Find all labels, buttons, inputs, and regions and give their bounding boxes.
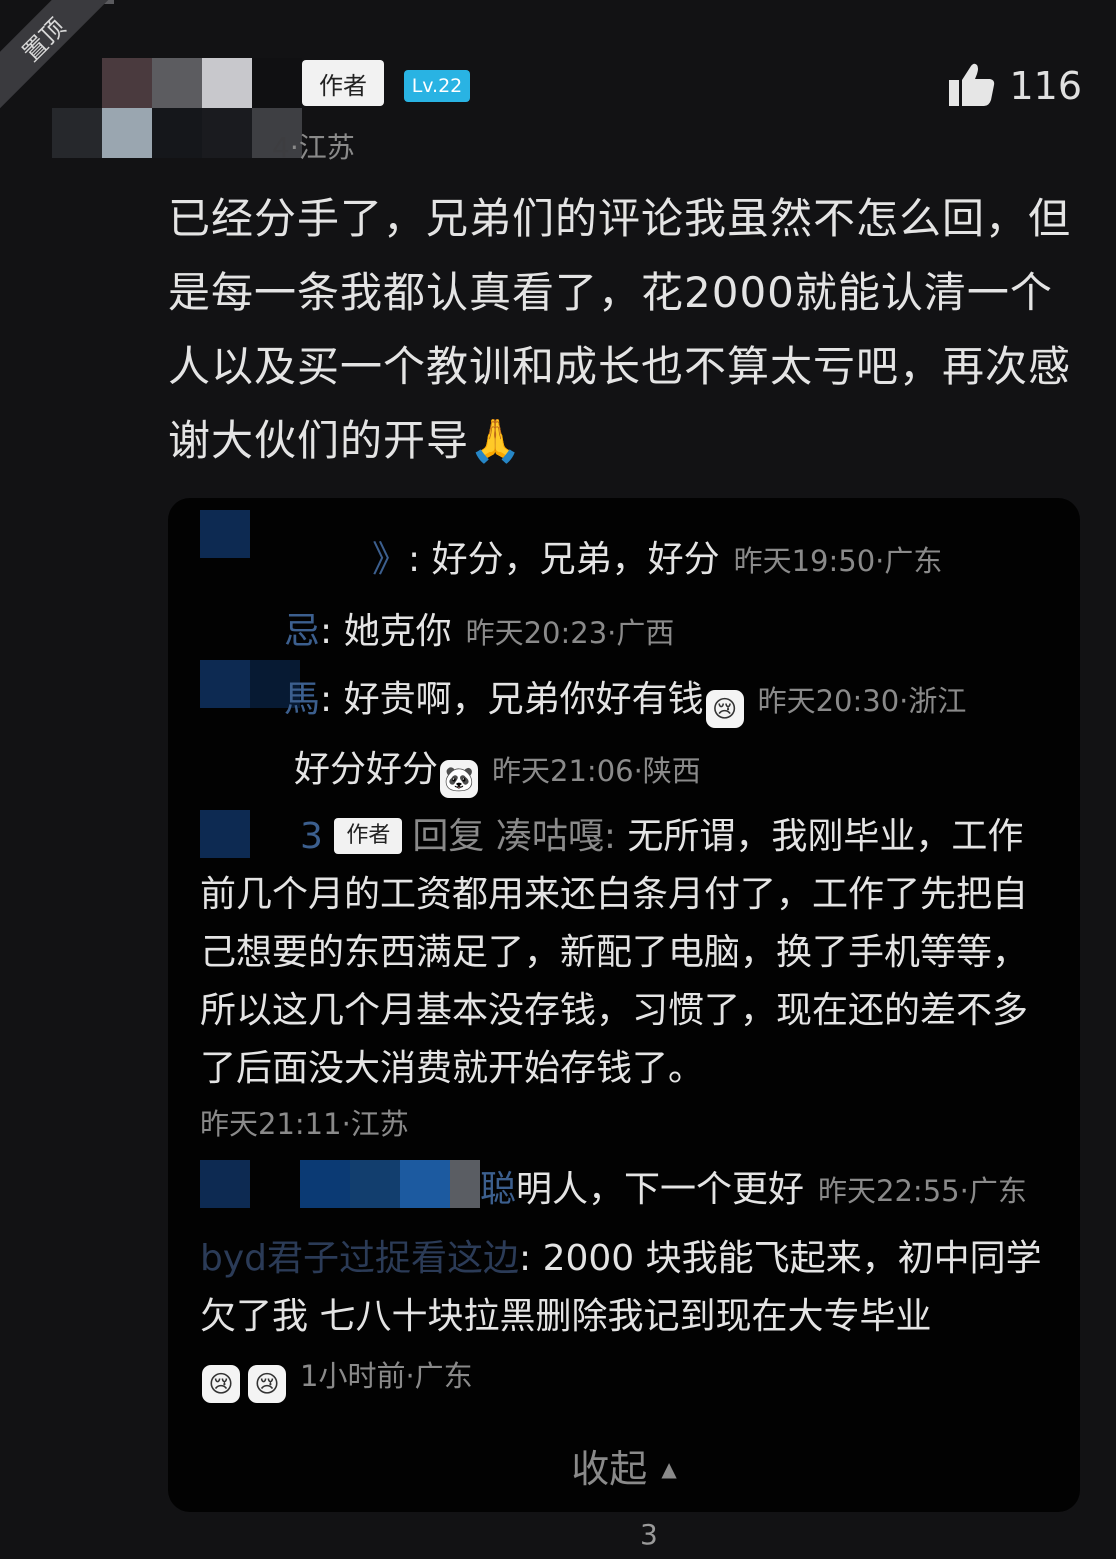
collapse-button[interactable]: 收起 ▲ (168, 1438, 1080, 1493)
reply-item[interactable]: byd君子过捉看这边: 2000 块我能飞起来，初中同学欠了我 七八十块拉黑删除… (200, 1230, 1060, 1405)
reply-username[interactable]: 忌 (284, 611, 320, 652)
reply-text: : 她克你 (320, 611, 452, 652)
crying-emoji-icon: 😢 (202, 1365, 240, 1403)
panda-emoji-icon: 🐼 (440, 760, 479, 798)
ip-fragment: 4 (272, 131, 290, 164)
reply-item[interactable]: 聪明人，下一个更好 昨天22:55·广东 (480, 1160, 1027, 1212)
blurred-name-block (450, 1160, 480, 1208)
thumbs-up-icon (949, 62, 995, 110)
like-count: 116 (1009, 64, 1082, 108)
reply-item[interactable]: 》: 好分，兄弟，好分 昨天19:50·广东 (372, 530, 942, 582)
bottom-fragment: 3 (640, 1518, 658, 1551)
collapse-label: 收起 (571, 1447, 648, 1491)
blurred-name-block (350, 1160, 400, 1208)
location-text: ·江苏 (289, 131, 355, 164)
crying-emoji-icon: 😢 (705, 690, 744, 728)
blurred-avatar (200, 660, 250, 708)
reply-username[interactable]: byd君子过捉看这边 (200, 1238, 519, 1279)
blurred-avatar (200, 510, 250, 558)
reply-text: : 好贵啊，兄弟你好有钱 (320, 679, 704, 720)
reply-username[interactable]: 馬 (284, 679, 320, 720)
reply-username[interactable]: 》 (372, 539, 408, 580)
like-button[interactable]: 116 (949, 62, 1082, 110)
reply-item[interactable]: 好分好分 🐼 昨天21:06·陕西 (294, 740, 701, 798)
author-badge: 作者 (302, 60, 384, 106)
comment-location: 4·江苏 (272, 126, 355, 166)
reply-text: 明人，下一个更好 (516, 1169, 805, 1210)
author-badge: 作者 (334, 818, 403, 854)
reply-item[interactable]: 馬: 好贵啊，兄弟你好有钱 😢 昨天20:30·浙江 (284, 670, 966, 728)
reply-username[interactable]: 聪 (480, 1169, 516, 1210)
reply-time: 昨天19:50·广东 (733, 544, 943, 578)
blurred-avatar (200, 1160, 250, 1208)
blurred-name-block (400, 1160, 450, 1208)
reply-text: : 好分，兄弟，好分 (408, 539, 720, 580)
reply-to-label[interactable]: 回复 凑咕嘎: (412, 816, 616, 857)
crying-emoji-icon: 😢 (248, 1365, 286, 1403)
replies-panel: 》: 好分，兄弟，好分 昨天19:50·广东 忌: 她克你 昨天20:23·广西 馬… (168, 498, 1080, 1512)
reply-time: 昨天22:55·广东 (818, 1174, 1027, 1208)
comment-text[interactable]: 已经分手了，兄弟们的评论我虽然不怎么回，但是每一条我都认真看了，花2000就能认… (168, 182, 1088, 478)
reply-time: 昨天21:11·江苏 (200, 1107, 409, 1141)
reply-time: 1小时前·广东 (300, 1359, 473, 1393)
reply-text: 好分好分 (294, 749, 439, 790)
level-badge: Lv.22 (404, 70, 470, 102)
reply-time: 昨天20:30·浙江 (757, 684, 967, 718)
reply-time: 昨天20:23·广西 (465, 616, 675, 650)
blurred-name-block (300, 1160, 350, 1208)
reply-username[interactable]: 3 (300, 816, 323, 857)
reply-time: 昨天21:06·陕西 (492, 754, 701, 788)
blurred-avatar-and-name[interactable] (52, 58, 302, 158)
caret-up-icon: ▲ (661, 1457, 677, 1481)
reply-item[interactable]: 忌: 她克你 昨天20:23·广西 (284, 602, 674, 654)
author-reply-item[interactable]: 3 作者 回复 凑咕嘎: 无所谓，我刚毕业，工作前几个月的工资都用来还白条月付了，… (200, 808, 1050, 1150)
